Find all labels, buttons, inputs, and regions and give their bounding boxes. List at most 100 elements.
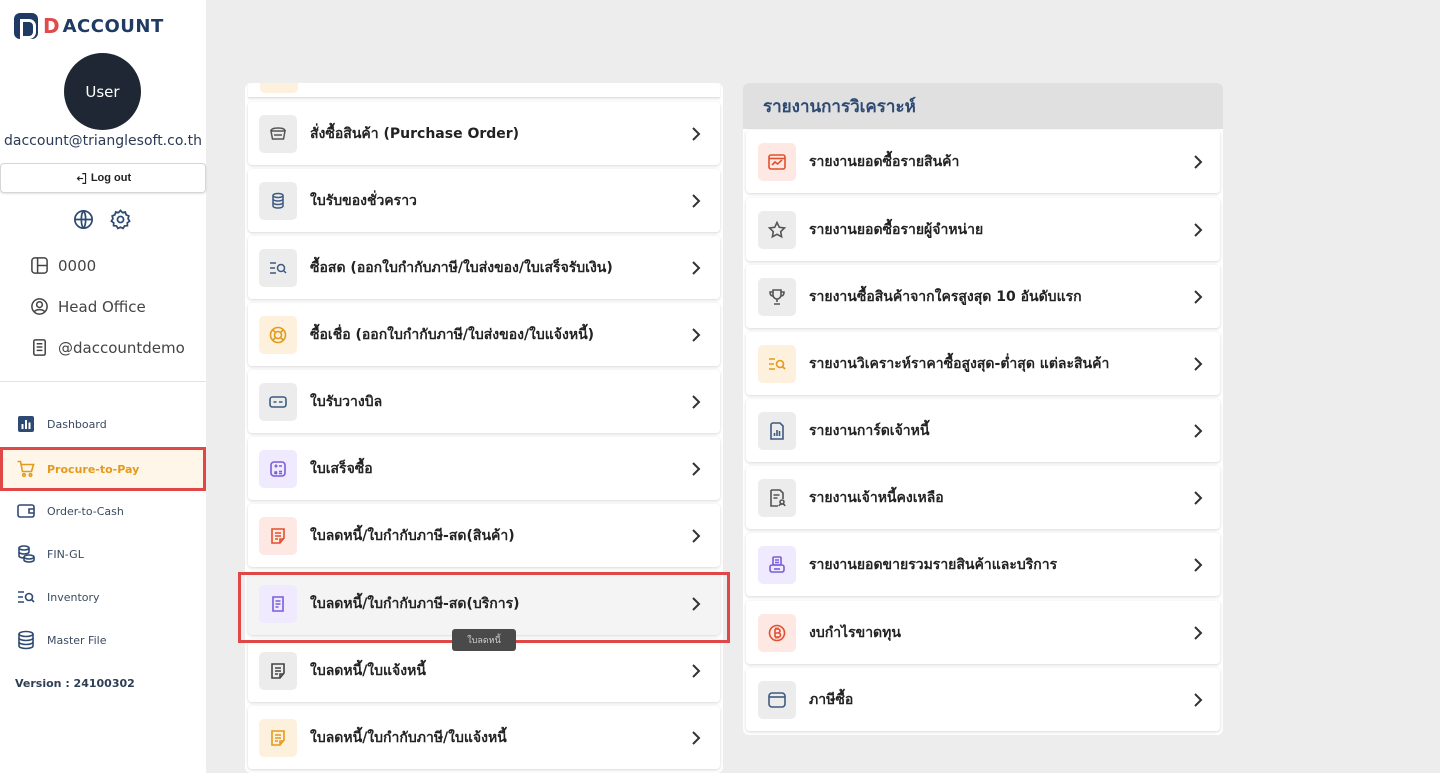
menu-row-purchase-receipt[interactable]: ใบเสร็จซื้อ xyxy=(248,437,720,500)
menu-label: ใบลดหนี้/ใบกำกับภาษี/ใบแจ้งหนี้ xyxy=(310,729,507,746)
account-name: @daccountdemo xyxy=(58,338,185,357)
report-row-price-analysis[interactable]: รายงานวิเคราะห์ราคาซื้อสูงสุด-ต่ำสุด แต่… xyxy=(746,332,1220,395)
menu-row-temp-receipt[interactable]: ใบรับของชั่วคราว xyxy=(248,169,720,232)
printer-icon xyxy=(758,545,796,584)
nav-item-master-file[interactable]: Master File xyxy=(0,620,206,660)
logout-button[interactable]: Log out xyxy=(0,163,206,193)
report-row-profit-loss[interactable]: งบกำไรขาดทุน xyxy=(746,601,1220,664)
report-label: รายงานเจ้าหนี้คงเหลือ xyxy=(809,489,944,506)
trend-chart-icon xyxy=(758,142,796,181)
report-row-sales-summary[interactable]: รายงานยอดขายรวมรายสินค้าและบริการ xyxy=(746,533,1220,596)
report-row-purchase-tax[interactable]: ภาษีซื้อ xyxy=(746,668,1220,731)
report-label: รายงานการ์ดเจ้าหนี้ xyxy=(809,422,930,439)
app-logo[interactable]: D ACCOUNT xyxy=(14,13,164,39)
bar-doc-icon xyxy=(758,411,796,450)
menu-row-purchase-order[interactable]: สั่งซื้อสินค้า (Purchase Order) xyxy=(248,102,720,165)
coins-stack-icon xyxy=(259,181,297,220)
account-row[interactable]: @daccountdemo xyxy=(30,338,185,357)
logout-label: Log out xyxy=(90,172,132,184)
report-label: รายงานยอดซื้อรายผู้จำหน่าย xyxy=(809,221,984,238)
basket-icon xyxy=(259,114,297,153)
nav-item-label: Inventory xyxy=(47,590,100,604)
menu-label: ซื้อเชื่อ (ออกใบกำกับภาษี/ใบส่งของ/ใบแจ้… xyxy=(310,326,595,343)
document-icon xyxy=(33,339,46,356)
list-search-icon xyxy=(758,344,796,383)
branch-code-row[interactable]: 0000 xyxy=(30,256,96,275)
reports-panel: รายงานการวิเคราะห์ รายงานยอดซื้อรายสินค้… xyxy=(743,83,1223,735)
globe-icon[interactable] xyxy=(72,208,95,231)
branch-code: 0000 xyxy=(58,256,97,275)
report-row-top-10-vendors[interactable]: รายงานซื้อสินค้าจากใครสูงสุด 10 อันดับแร… xyxy=(746,265,1220,328)
nav-item-dashboard[interactable]: Dashboard xyxy=(0,404,206,444)
avatar[interactable]: User xyxy=(64,53,141,130)
logo-text: ACCOUNT xyxy=(62,15,164,37)
database-icon xyxy=(18,630,34,650)
chevron-right-icon xyxy=(692,461,701,476)
partial-icon xyxy=(260,83,298,93)
nav-item-label: Dashboard xyxy=(47,417,107,431)
nav-item-procure-to-pay[interactable]: Procure-to-Pay xyxy=(0,447,206,491)
chevron-right-icon xyxy=(692,394,701,409)
menu-row-credit-note-tax-invoice[interactable]: ใบลดหนี้/ใบกำกับภาษี/ใบแจ้งหนี้ xyxy=(248,706,720,769)
chevron-right-icon xyxy=(692,327,701,342)
chevron-right-icon xyxy=(1194,356,1203,371)
nav-item-label: Procure-to-Pay xyxy=(47,462,140,476)
procure-menu-panel: สั่งซื้อสินค้า (Purchase Order) ใบรับของ… xyxy=(245,83,723,773)
doc-list-icon xyxy=(259,516,297,555)
calculator-icon xyxy=(259,449,297,488)
report-label: รายงานยอดซื้อรายสินค้า xyxy=(809,153,960,170)
nav-item-label: Order-to-Cash xyxy=(47,504,124,518)
reports-title: รายงานการวิเคราะห์ xyxy=(743,83,1223,129)
sidebar: D ACCOUNT User daccount@trianglesoft.co.… xyxy=(0,0,206,773)
user-email: daccount@trianglesoft.co.th xyxy=(4,133,202,149)
nav-item-fin-gl[interactable]: FIN-GL xyxy=(0,534,206,574)
menu-label: ใบรับของชั่วคราว xyxy=(310,192,417,209)
coins-icon xyxy=(18,545,35,563)
report-row-purchase-by-vendor[interactable]: รายงานยอดซื้อรายผู้จำหน่าย xyxy=(746,198,1220,261)
doc-list-icon xyxy=(259,651,297,690)
menu-label: ใบเสร็จซื้อ xyxy=(310,460,373,477)
chart-icon xyxy=(18,416,34,432)
menu-label: ใบลดหนี้/ใบแจ้งหนี้ xyxy=(310,662,426,679)
bitcoin-icon xyxy=(758,613,796,652)
chevron-right-icon xyxy=(692,730,701,745)
sidebar-divider xyxy=(0,381,206,382)
chevron-right-icon xyxy=(1194,154,1203,169)
nav-item-inventory[interactable]: Inventory xyxy=(0,577,206,617)
report-label: งบกำไรขาดทุน xyxy=(809,624,901,641)
chevron-right-icon xyxy=(1194,289,1203,304)
menu-row-credit-note-goods[interactable]: ใบลดหนี้/ใบกำกับภาษี-สด(สินค้า) xyxy=(248,504,720,567)
gear-icon[interactable] xyxy=(109,208,132,231)
report-row-creditor-balance[interactable]: รายงานเจ้าหนี้คงเหลือ xyxy=(746,466,1220,529)
chevron-right-icon xyxy=(1194,692,1203,707)
menu-row-partial[interactable] xyxy=(248,83,720,98)
nav-item-order-to-cash[interactable]: Order-to-Cash xyxy=(0,491,206,531)
chevron-right-icon xyxy=(1194,557,1203,572)
report-label: รายงานยอดขายรวมรายสินค้าและบริการ xyxy=(809,556,1058,573)
menu-row-credit-purchase[interactable]: ซื้อเชื่อ (ออกใบกำกับภาษี/ใบส่งของ/ใบแจ้… xyxy=(248,303,720,366)
chevron-right-icon xyxy=(1194,423,1203,438)
report-label: ภาษีซื้อ xyxy=(809,691,854,708)
doc-list-icon xyxy=(259,718,297,757)
logout-icon xyxy=(76,172,86,184)
menu-label: ใบรับวางบิล xyxy=(310,393,383,410)
chevron-right-icon xyxy=(1194,490,1203,505)
chevron-right-icon xyxy=(692,260,701,275)
menu-row-billing-receipt[interactable]: ใบรับวางบิล xyxy=(248,370,720,433)
chevron-right-icon xyxy=(692,126,701,141)
menu-label: สั่งซื้อสินค้า (Purchase Order) xyxy=(310,125,520,142)
star-icon xyxy=(758,210,796,249)
chevron-right-icon xyxy=(1194,625,1203,640)
layout-icon xyxy=(31,257,48,274)
report-row-purchase-by-product[interactable]: รายงานยอดซื้อรายสินค้า xyxy=(746,130,1220,193)
user-circle-icon xyxy=(31,298,48,315)
branch-name-row[interactable]: Head Office xyxy=(30,297,146,316)
report-row-creditor-card[interactable]: รายงานการ์ดเจ้าหนี้ xyxy=(746,399,1220,462)
badge-icon xyxy=(259,315,297,354)
nav-item-label: FIN-GL xyxy=(47,547,84,561)
window-icon xyxy=(758,680,796,719)
report-label: รายงานซื้อสินค้าจากใครสูงสุด 10 อันดับแร… xyxy=(809,288,1082,305)
list-search-icon xyxy=(18,591,35,603)
menu-row-cash-purchase[interactable]: ซื้อสด (ออกใบกำกับภาษี/ใบส่งของ/ใบเสร็จร… xyxy=(248,236,720,299)
menu-label: ใบลดหนี้/ใบกำกับภาษี-สด(สินค้า) xyxy=(310,527,515,544)
